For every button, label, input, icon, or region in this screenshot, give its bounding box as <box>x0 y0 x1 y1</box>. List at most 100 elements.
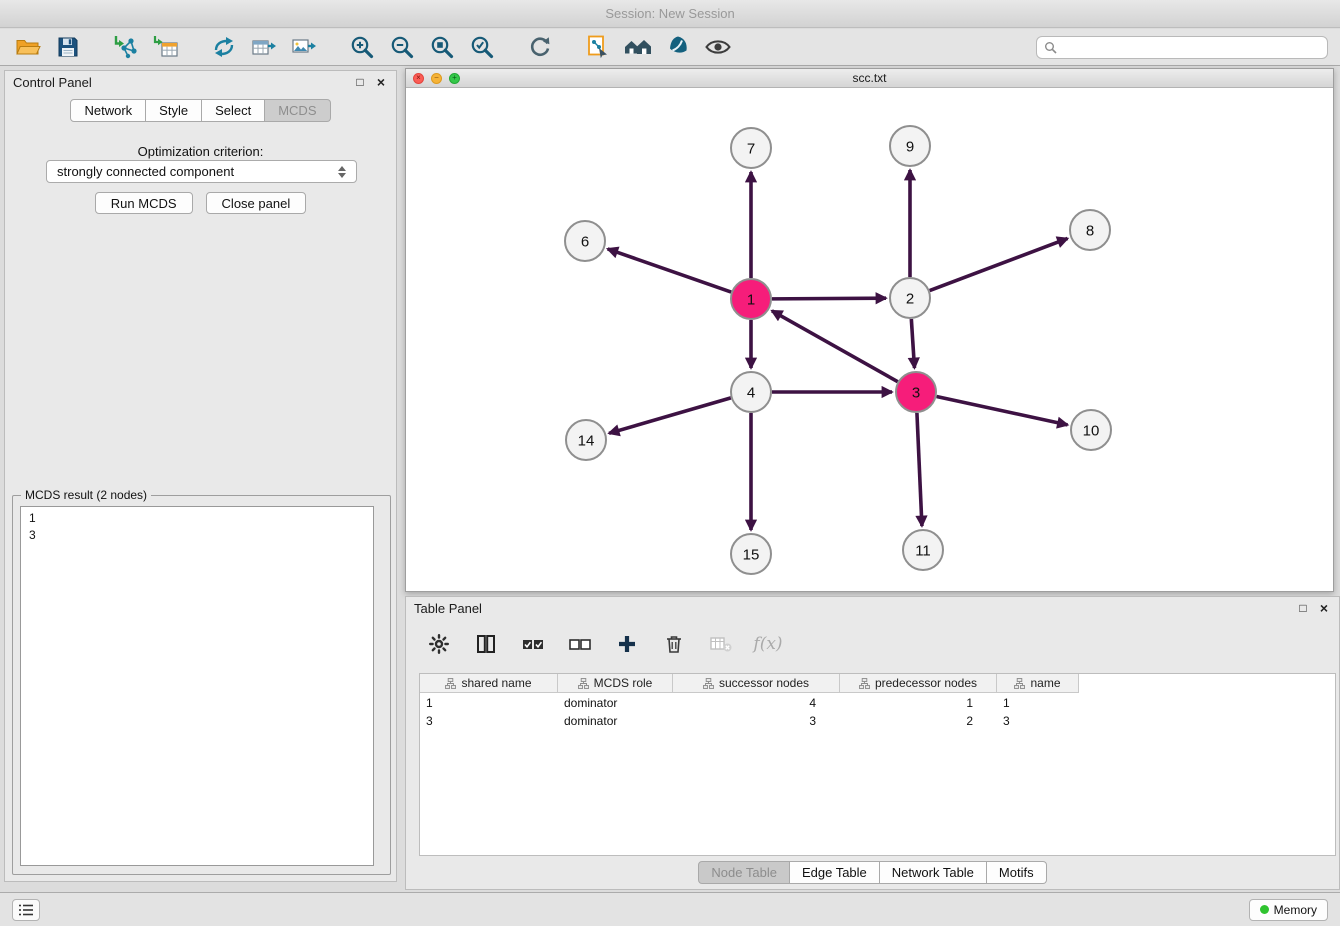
graph-node-8[interactable]: 8 <box>1070 210 1110 250</box>
column-tree-icon <box>1014 678 1025 689</box>
tab-style[interactable]: Style <box>146 99 202 122</box>
float-panel-icon[interactable]: □ <box>353 75 367 89</box>
column-header-label: shared name <box>461 676 531 690</box>
delete-columns-button[interactable] <box>661 631 687 657</box>
graph-node-11[interactable]: 11 <box>903 530 943 570</box>
table-cell[interactable]: 1 <box>840 695 997 711</box>
search-input[interactable] <box>1062 40 1320 54</box>
open-session-button[interactable] <box>12 32 44 62</box>
column-header-successor-nodes[interactable]: successor nodes <box>673 674 840 693</box>
export-image-button[interactable] <box>288 32 320 62</box>
tab-network[interactable]: Network <box>70 99 146 122</box>
graph-node-10[interactable]: 10 <box>1071 410 1111 450</box>
graph-edge-4-14[interactable] <box>609 398 731 433</box>
graph-node-label: 14 <box>578 433 595 450</box>
run-mcds-button[interactable]: Run MCDS <box>95 192 193 214</box>
column-header-shared-name[interactable]: shared name <box>420 674 558 693</box>
delete-table-button[interactable] <box>708 631 734 657</box>
tab-edge-table[interactable]: Edge Table <box>790 861 880 884</box>
graph-edge-1-2[interactable] <box>772 298 886 299</box>
zoom-selected-icon <box>469 34 495 60</box>
table-row[interactable]: 1dominator411 <box>420 695 1335 711</box>
memory-status-icon <box>1260 905 1269 914</box>
table-cell[interactable]: 2 <box>840 713 997 729</box>
close-panel-icon[interactable]: × <box>374 75 388 89</box>
column-header-MCDS-role[interactable]: MCDS role <box>558 674 673 693</box>
function-builder-button[interactable]: f(x) <box>755 631 781 657</box>
optimization-dropdown[interactable]: strongly connected component <box>46 160 357 183</box>
node-table-body: 1dominator4113dominator323 <box>420 695 1335 729</box>
graph-edge-1-6[interactable] <box>608 249 732 292</box>
export-table-button[interactable] <box>248 32 280 62</box>
graph-node-label: 9 <box>906 139 914 156</box>
graph-node-14[interactable]: 14 <box>566 420 606 460</box>
tab-select[interactable]: Select <box>202 99 265 122</box>
graph-node-15[interactable]: 15 <box>731 534 771 574</box>
graph-node-6[interactable]: 6 <box>565 221 605 261</box>
export-network-button[interactable] <box>208 32 240 62</box>
window-minimize-traffic-light[interactable]: − <box>431 73 442 84</box>
select-all-columns-button[interactable] <box>520 631 546 657</box>
zoom-fit-button[interactable] <box>426 32 458 62</box>
close-table-panel-icon[interactable]: × <box>1317 601 1331 615</box>
show-columns-button[interactable] <box>473 631 499 657</box>
show-hide-button[interactable] <box>702 32 734 62</box>
graph-edge-3-11[interactable] <box>917 413 922 526</box>
graph-node-label: 15 <box>743 547 760 564</box>
mcds-action-buttons: Run MCDS Close panel <box>5 192 396 214</box>
table-settings-button[interactable] <box>426 631 452 657</box>
graph-node-4[interactable]: 4 <box>731 372 771 412</box>
first-neighbors-button[interactable] <box>622 32 654 62</box>
table-cell[interactable]: 1 <box>997 695 1079 711</box>
table-cell[interactable]: 3 <box>997 713 1079 729</box>
style-button[interactable] <box>662 32 694 62</box>
column-header-predecessor-nodes[interactable]: predecessor nodes <box>840 674 997 693</box>
table-cell[interactable]: dominator <box>558 713 673 729</box>
tab-node-table[interactable]: Node Table <box>698 861 790 884</box>
close-panel-button[interactable]: Close panel <box>206 192 307 214</box>
graph-node-9[interactable]: 9 <box>890 126 930 166</box>
status-bar: Memory <box>0 892 1340 926</box>
graph-edge-3-1[interactable] <box>772 311 898 382</box>
zoom-out-button[interactable] <box>386 32 418 62</box>
table-cell[interactable]: dominator <box>558 695 673 711</box>
graph-node-2[interactable]: 2 <box>890 278 930 318</box>
table-cell[interactable]: 4 <box>673 695 840 711</box>
zoom-selected-button[interactable] <box>466 32 498 62</box>
unselect-all-columns-button[interactable] <box>567 631 593 657</box>
table-cell[interactable]: 3 <box>673 713 840 729</box>
window-zoom-traffic-light[interactable]: + <box>449 73 460 84</box>
zoom-in-button[interactable] <box>346 32 378 62</box>
graph-edge-3-10[interactable] <box>937 396 1068 424</box>
graph-node-1[interactable]: 1 <box>731 279 771 319</box>
control-panel-title: Control Panel <box>13 75 92 90</box>
graph-edge-2-3[interactable] <box>911 319 914 368</box>
graph-node-3[interactable]: 3 <box>896 372 936 412</box>
task-history-button[interactable] <box>12 899 40 921</box>
main-toolbar <box>0 29 1340 66</box>
memory-button[interactable]: Memory <box>1249 899 1328 921</box>
table-cell[interactable]: 1 <box>420 695 558 711</box>
mcds-result-text-area[interactable]: 13 <box>20 506 374 866</box>
network-graph-canvas[interactable]: 7 9 6 8 1 2 4 3 14 10 15 11 <box>406 88 1333 591</box>
table-row[interactable]: 3dominator323 <box>420 713 1335 729</box>
refresh-button[interactable] <box>524 32 556 62</box>
tab-network-table[interactable]: Network Table <box>880 861 987 884</box>
graph-node-label: 7 <box>747 141 755 158</box>
save-session-button[interactable] <box>52 32 84 62</box>
table-cell[interactable]: 3 <box>420 713 558 729</box>
snapshot-icon <box>585 34 611 60</box>
column-header-name[interactable]: name <box>997 674 1079 693</box>
column-tree-icon <box>578 678 589 689</box>
window-close-traffic-light[interactable]: × <box>413 73 424 84</box>
tab-mcds[interactable]: MCDS <box>265 99 330 122</box>
import-network-button[interactable] <box>110 32 142 62</box>
network-snapshot-button[interactable] <box>582 32 614 62</box>
tab-motifs[interactable]: Motifs <box>987 861 1047 884</box>
graph-edge-2-8[interactable] <box>930 238 1068 290</box>
create-column-button[interactable] <box>614 631 640 657</box>
graph-node-7[interactable]: 7 <box>731 128 771 168</box>
search-box[interactable] <box>1036 36 1328 59</box>
float-table-panel-icon[interactable]: □ <box>1296 601 1310 615</box>
import-table-button[interactable] <box>150 32 182 62</box>
